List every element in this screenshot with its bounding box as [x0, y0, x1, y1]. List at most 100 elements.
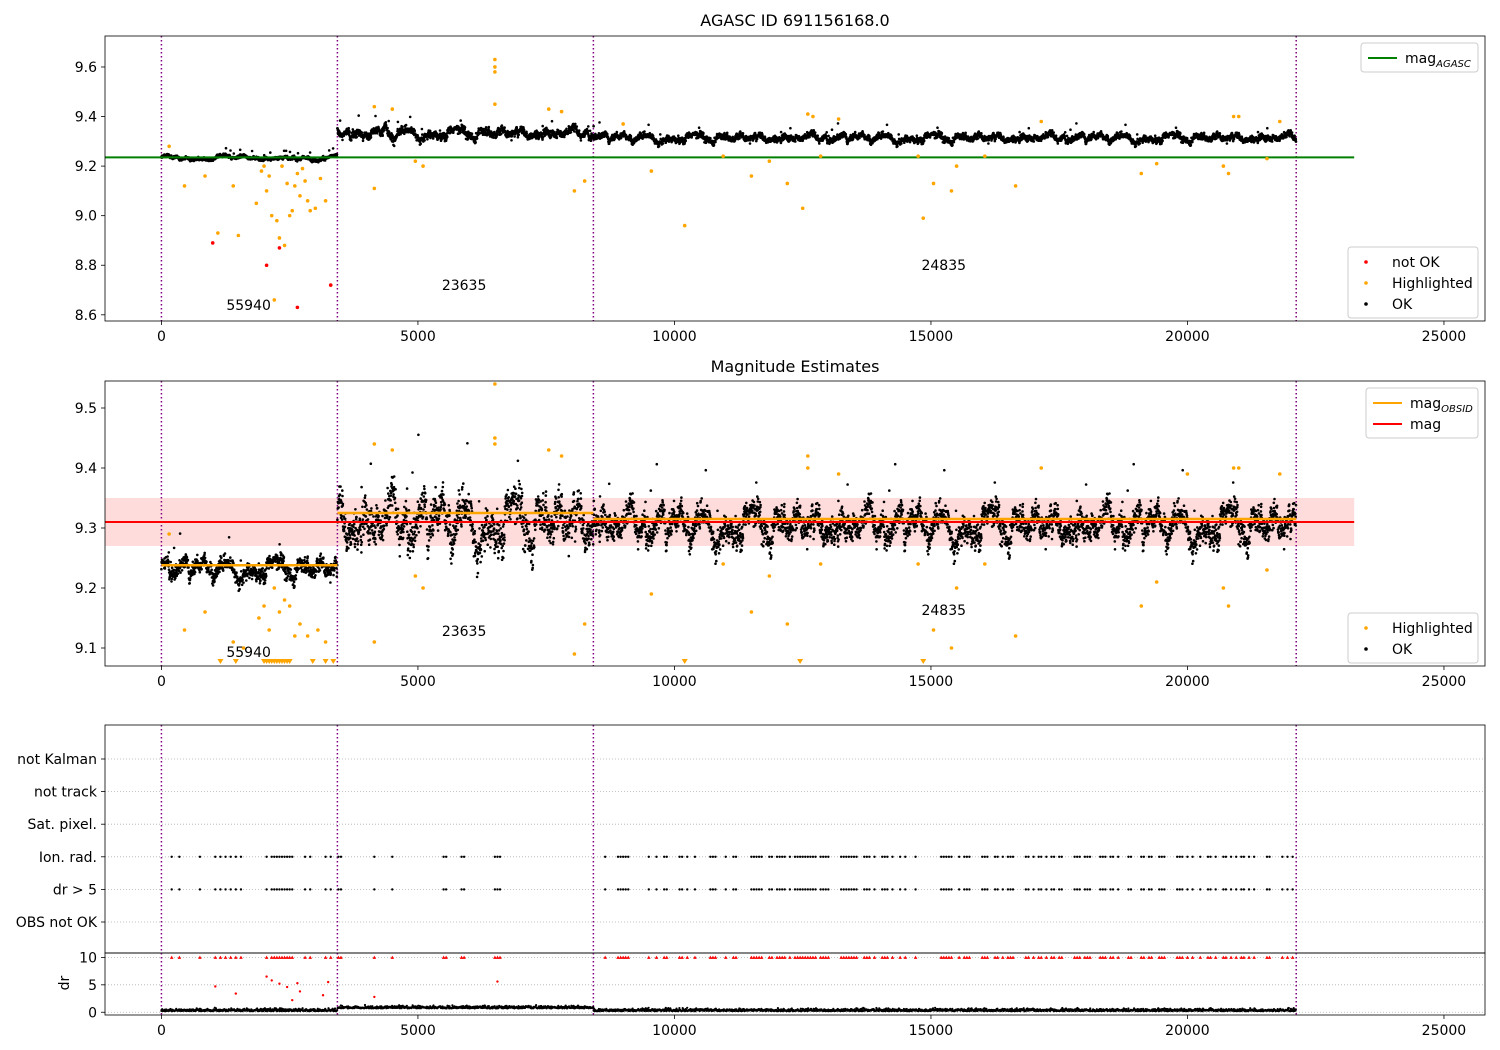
ok-point [615, 130, 619, 134]
ok-point [563, 135, 566, 139]
ok-point [657, 145, 661, 148]
ok-point [994, 137, 997, 141]
ok-point [1135, 133, 1139, 136]
ok-point [598, 121, 601, 124]
ok-point [714, 140, 717, 144]
ok-point [606, 132, 609, 136]
ok-point [1161, 139, 1164, 143]
ok-point [331, 147, 335, 150]
ok-point [712, 143, 716, 147]
ok-point [577, 129, 581, 132]
ok-point [369, 135, 373, 139]
ok-point [825, 131, 828, 134]
ok-point [915, 134, 919, 137]
ok-point [980, 132, 983, 135]
ok-point [350, 139, 353, 142]
ok-point [573, 130, 576, 133]
ok-point [426, 138, 429, 141]
ok-point [987, 142, 990, 145]
ok-point [420, 127, 424, 131]
ok-point [296, 151, 300, 155]
figure: AGASC ID 691156168.0 5594023635248350 500… [16, 11, 1486, 1039]
ok-point [755, 137, 759, 141]
ok-point [569, 131, 573, 134]
ok-point [1082, 132, 1086, 136]
ok-point [897, 133, 900, 136]
ok-point [725, 131, 729, 135]
ok-point [232, 152, 236, 155]
ok-point [382, 129, 386, 132]
ok-point [1124, 123, 1127, 127]
ok-point [853, 130, 857, 134]
ok-point [739, 130, 742, 133]
ok-point [565, 127, 568, 131]
ok-point [825, 134, 828, 138]
ok-point [355, 135, 359, 139]
ok-point [885, 123, 889, 127]
ok-point [401, 125, 404, 129]
ok-point [844, 132, 848, 136]
ok-point [922, 139, 926, 143]
ok-point [288, 150, 292, 154]
ok-point [1134, 145, 1138, 148]
ok-point [347, 126, 351, 130]
ok-point [702, 131, 705, 135]
ok-point [1174, 126, 1178, 129]
ok-point [335, 153, 339, 156]
ok-point [459, 119, 463, 122]
ok-point [308, 151, 312, 154]
ok-point [438, 129, 442, 132]
ok-point [588, 129, 592, 133]
ok-point [741, 132, 745, 135]
ok-point [896, 145, 899, 148]
ok-point [1063, 131, 1067, 134]
ok-point [423, 139, 426, 142]
ok-point [513, 135, 516, 138]
ok-point [463, 126, 467, 129]
ok-point [1092, 130, 1095, 134]
ok-point [522, 128, 526, 132]
ok-point [470, 132, 474, 135]
ok-point [836, 122, 840, 125]
ok-point [487, 125, 491, 129]
panel-title-agasc: AGASC ID 691156168.0 [700, 11, 889, 30]
ok-point [643, 130, 646, 133]
ok-point [575, 125, 579, 128]
ok-point [384, 121, 388, 124]
ok-point [224, 146, 228, 150]
ok-point [579, 139, 583, 142]
ok-point [748, 142, 752, 145]
ok-point [396, 120, 400, 124]
ok-point [503, 126, 506, 129]
ok-point [952, 140, 956, 144]
ok-point [1179, 131, 1182, 135]
ok-point [500, 124, 504, 127]
ok-point [592, 124, 595, 128]
ok-point [1056, 142, 1060, 145]
ok-point [947, 136, 951, 140]
ok-point [1120, 130, 1123, 133]
ok-point [697, 126, 701, 129]
ok-point [789, 126, 792, 130]
ok-point [813, 131, 817, 134]
ok-point [830, 128, 834, 131]
ok-point [327, 149, 331, 152]
ok-point [381, 134, 385, 137]
ok-point [484, 126, 488, 129]
ok-point [1069, 128, 1072, 131]
ok-point [474, 140, 477, 144]
ok-point [1075, 122, 1078, 125]
ok-point [238, 148, 242, 152]
ok-point [951, 143, 954, 147]
ok-point [392, 144, 396, 148]
ok-point [900, 142, 903, 145]
ok-point [496, 133, 499, 136]
ok-point [659, 133, 662, 136]
ok-point [818, 142, 821, 145]
ok-point [684, 139, 687, 143]
ok-point [250, 149, 254, 153]
ok-point [510, 139, 513, 142]
ok-point [677, 134, 680, 137]
ok-point [1018, 130, 1021, 134]
ok-point [404, 123, 408, 127]
